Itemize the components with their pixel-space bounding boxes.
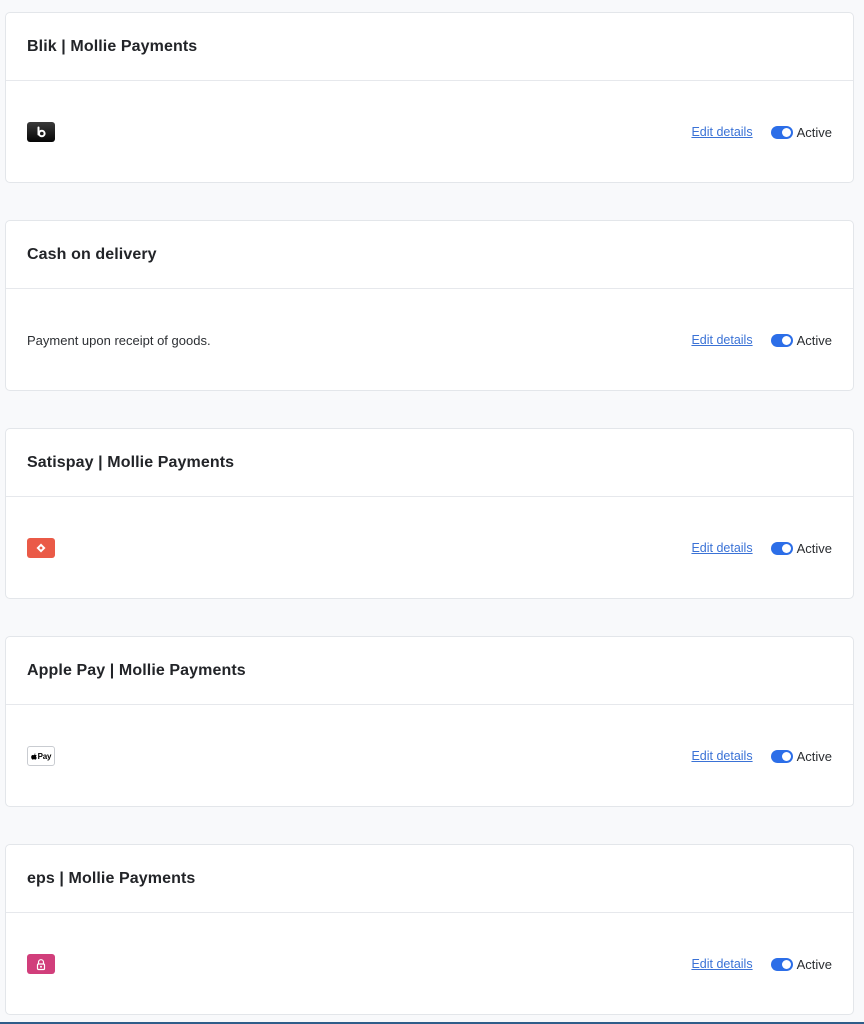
status-label: Active <box>796 540 832 556</box>
active-toggle[interactable] <box>770 749 793 763</box>
apple-pay-logo-icon: Pay <box>27 746 55 766</box>
payment-method-card-cash-on-delivery: Cash on delivery Payment upon receipt of… <box>5 220 854 391</box>
card-body: Edit details Active <box>6 497 853 599</box>
apple-icon <box>30 752 37 760</box>
payment-method-title: Cash on delivery <box>27 245 157 263</box>
card-actions: Edit details Active <box>691 497 832 599</box>
edit-details-link[interactable]: Edit details <box>691 749 752 763</box>
card-body: Edit details Active <box>6 81 853 183</box>
status-label: Active <box>796 124 832 140</box>
toggle-knob <box>781 959 791 969</box>
edit-details-link[interactable]: Edit details <box>691 541 752 555</box>
satispay-logo-icon <box>27 538 55 558</box>
status-label: Active <box>796 748 832 764</box>
status-label: Active <box>796 956 832 972</box>
payment-method-card-eps: eps | Mollie Payments Edit details Activ… <box>5 844 854 1015</box>
card-actions: Edit details Active <box>691 289 832 391</box>
edit-details-link[interactable]: Edit details <box>691 333 752 347</box>
payment-method-description: Payment upon receipt of goods. <box>27 332 211 348</box>
card-header: Cash on delivery <box>6 221 853 289</box>
status-label: Active <box>796 332 832 348</box>
active-toggle[interactable] <box>770 541 793 555</box>
card-body: Pay Edit details Active <box>6 705 853 807</box>
payment-methods-page: Blik | Mollie Payments Edit details Acti… <box>0 0 864 1024</box>
payment-method-title: eps | Mollie Payments <box>27 869 196 887</box>
edit-details-link[interactable]: Edit details <box>691 957 752 971</box>
toggle-knob <box>781 543 791 553</box>
card-header: Apple Pay | Mollie Payments <box>6 637 853 705</box>
payment-method-card-satispay: Satispay | Mollie Payments Edit details … <box>5 428 854 599</box>
toggle-knob <box>781 127 791 137</box>
payment-method-title: Apple Pay | Mollie Payments <box>27 661 246 679</box>
blik-logo-icon <box>27 122 55 142</box>
card-header: eps | Mollie Payments <box>6 845 853 913</box>
apple-pay-logo-text: Pay <box>37 751 52 761</box>
card-header: Satispay | Mollie Payments <box>6 429 853 497</box>
active-toggle[interactable] <box>770 125 793 139</box>
card-header: Blik | Mollie Payments <box>6 13 853 81</box>
payment-method-card-apple-pay: Apple Pay | Mollie Payments Pay Edit det… <box>5 636 854 807</box>
card-actions: Edit details Active <box>691 705 832 807</box>
eps-logo-icon <box>27 954 55 974</box>
edit-details-link[interactable]: Edit details <box>691 125 752 139</box>
payment-method-title: Satispay | Mollie Payments <box>27 453 235 471</box>
card-actions: Edit details Active <box>691 81 832 183</box>
active-toggle[interactable] <box>770 957 793 971</box>
card-actions: Edit details Active <box>691 913 832 1015</box>
card-body: Payment upon receipt of goods. Edit deta… <box>6 289 853 391</box>
payment-method-title: Blik | Mollie Payments <box>27 37 198 55</box>
card-body: Edit details Active <box>6 913 853 1015</box>
toggle-knob <box>781 335 791 345</box>
active-toggle[interactable] <box>770 333 793 347</box>
payment-method-card-blik: Blik | Mollie Payments Edit details Acti… <box>5 12 854 183</box>
toggle-knob <box>781 751 791 761</box>
